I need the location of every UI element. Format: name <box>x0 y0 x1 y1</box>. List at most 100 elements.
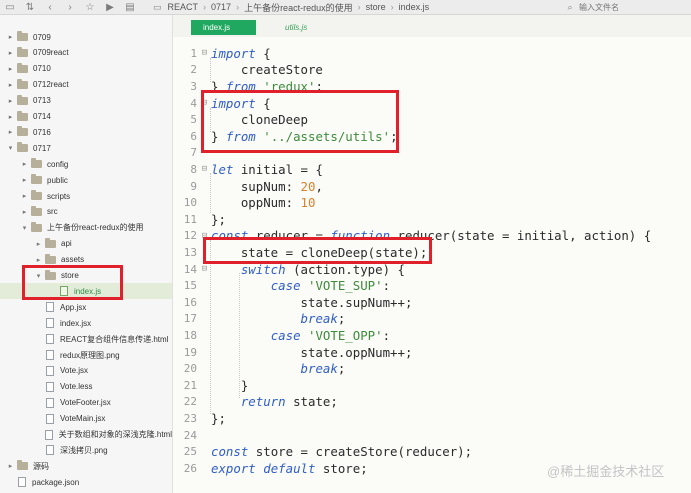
menu-icon[interactable]: ▤ <box>120 0 140 14</box>
tree-folder-item[interactable]: ▸ 0716 <box>0 124 172 140</box>
tree-file-item[interactable]: REACT复合组件信息传递.html <box>0 331 172 347</box>
tree-file-item[interactable]: 关于数组和对象的深浅克隆.html <box>0 427 172 443</box>
chevron-right-icon[interactable]: ▸ <box>34 256 43 264</box>
code-line[interactable]: 8 ⊟ let initial = { <box>173 161 691 178</box>
code-line[interactable]: 25 const store = createStore(reducer); <box>173 443 691 460</box>
chevron-down-icon[interactable]: ▾ <box>20 224 29 232</box>
code-token: state; <box>285 394 338 410</box>
code-line[interactable]: 9 supNum: 20, <box>173 178 691 195</box>
tree-file-item[interactable]: Vote.less <box>0 379 172 395</box>
line-number: 16 <box>183 295 197 309</box>
line-number: 12 <box>183 229 197 243</box>
tree-item-label: api <box>61 239 72 249</box>
breadcrumb-separator-icon: › <box>203 2 207 12</box>
code-line[interactable]: 24 <box>173 427 691 444</box>
sort-icon[interactable]: ⇅ <box>20 0 40 14</box>
chevron-right-icon[interactable]: ▸ <box>6 128 15 136</box>
folder-icon <box>17 110 28 121</box>
chevron-right-icon[interactable]: ▸ <box>6 33 15 41</box>
chevron-right-icon[interactable]: ▸ <box>34 240 43 248</box>
code-line[interactable]: 18 case 'VOTE_OPP': <box>173 327 691 344</box>
tree-folder-item[interactable]: ▸ 0709react <box>0 45 172 61</box>
line-number: 1 <box>190 46 197 60</box>
code-line[interactable]: 1 ⊟ import { <box>173 45 691 62</box>
tree-item-label: 0710 <box>33 64 51 74</box>
chevron-right-icon[interactable]: ▸ <box>20 160 29 168</box>
tree-folder-item[interactable]: ▸ scripts <box>0 188 172 204</box>
tree-folder-item[interactable]: ▸ src <box>0 204 172 220</box>
tree-file-item[interactable]: redux原理图.png <box>0 347 172 363</box>
tree-folder-item[interactable]: ▸ 0713 <box>0 93 172 109</box>
tree-folder-item[interactable]: ▸ public <box>0 172 172 188</box>
chevron-right-icon[interactable]: ▸ <box>6 113 15 121</box>
line-number: 18 <box>183 328 197 342</box>
code-line[interactable]: 15 case 'VOTE_SUP': <box>173 277 691 294</box>
file-tree: ▸ 0709 ▸ 0709react ▸ 0710 ▸ 0712react ▸ 0713 ▸ 0714… <box>0 15 173 493</box>
code-token: store = createStore(reducer); <box>248 444 473 460</box>
code-line[interactable]: 10 oppNum: 10 <box>173 194 691 211</box>
code-line[interactable]: 2 createStore <box>173 62 691 79</box>
collapse-icon[interactable]: ▭ <box>0 0 20 14</box>
chevron-right-icon[interactable]: ▸ <box>6 49 15 57</box>
tab-label: utils.js <box>285 23 308 32</box>
tab-utils-js[interactable]: utils.js <box>273 20 333 35</box>
line-number: 19 <box>183 345 197 359</box>
code-text: supNum: 20, <box>211 179 323 194</box>
chevron-down-icon[interactable]: ▾ <box>6 144 15 152</box>
chevron-right-icon[interactable]: ▸ <box>6 97 15 105</box>
breadcrumb-item[interactable]: store <box>366 2 386 12</box>
tree-folder-item[interactable]: ▸ 0712react <box>0 77 172 93</box>
code-line[interactable]: 17 break; <box>173 311 691 328</box>
tree-file-item[interactable]: Vote.jsx <box>0 363 172 379</box>
tree-file-item[interactable]: App.jsx <box>0 299 172 315</box>
tree-folder-item[interactable]: ▸ config <box>0 156 172 172</box>
code-line[interactable]: 19 state.oppNum++; <box>173 344 691 361</box>
tree-folder-item[interactable]: ▸ 0710 <box>0 61 172 77</box>
fold-toggle-icon[interactable]: ⊟ <box>200 48 209 58</box>
tree-folder-item[interactable]: ▸ 0709 <box>0 29 172 45</box>
chevron-right-icon[interactable]: ▸ <box>6 81 15 89</box>
chevron-right-icon[interactable]: ▸ <box>20 176 29 184</box>
breadcrumb: ▭ REACT › 0717 › 上午备份react-redux的使用 › store… <box>153 0 429 14</box>
breadcrumb-item[interactable]: index.js <box>399 2 430 12</box>
run-icon[interactable]: ▶ <box>100 0 120 14</box>
tree-item-label: App.jsx <box>60 302 87 312</box>
breadcrumb-separator-icon: › <box>390 2 394 12</box>
breadcrumb-item[interactable]: REACT <box>168 2 199 12</box>
breadcrumb-item[interactable]: 0717 <box>211 2 231 12</box>
tree-item-label: 0713 <box>33 96 51 106</box>
back-icon[interactable]: ‹ <box>40 0 60 14</box>
line-number: 20 <box>183 362 197 376</box>
chevron-right-icon[interactable]: ▸ <box>20 192 29 200</box>
tree-folder-item[interactable]: ▾ 上午备份react-redux的使用 <box>0 220 172 236</box>
star-icon[interactable]: ☆ <box>80 0 100 14</box>
tree-file-item[interactable]: index.jsx <box>0 315 172 331</box>
tree-folder-item[interactable]: ▸ api <box>0 236 172 252</box>
tree-file-item[interactable]: 深浅拷贝.png <box>0 442 172 458</box>
fold-toggle-icon[interactable]: ⊟ <box>200 164 209 174</box>
tree-folder-item[interactable]: ▾ 0717 <box>0 140 172 156</box>
tree-file-item[interactable]: package.json <box>0 474 172 490</box>
code-token: ; <box>337 311 346 327</box>
file-icon <box>46 445 54 456</box>
code-line[interactable]: 23}; <box>173 410 691 427</box>
fold-toggle-icon[interactable]: ⊟ <box>200 264 209 274</box>
chevron-right-icon[interactable]: ▸ <box>20 208 29 216</box>
tree-file-item[interactable]: VoteFooter.jsx <box>0 395 172 411</box>
file-search-input[interactable] <box>579 2 679 12</box>
code-line[interactable]: 22 return state; <box>173 394 691 411</box>
tree-folder-item[interactable]: ▸ 源码 <box>0 458 172 474</box>
code-line[interactable]: 16 state.supNum++; <box>173 294 691 311</box>
code-line[interactable]: 21 } <box>173 377 691 394</box>
code-line[interactable]: 11}; <box>173 211 691 228</box>
tree-folder-item[interactable]: ▸ 0714 <box>0 109 172 125</box>
tree-file-item[interactable]: VoteMain.jsx <box>0 411 172 427</box>
chevron-right-icon[interactable]: ▸ <box>6 462 15 470</box>
highlight-box-clone <box>203 237 432 264</box>
chevron-right-icon[interactable]: ▸ <box>6 65 15 73</box>
forward-icon[interactable]: › <box>60 0 80 14</box>
breadcrumb-item[interactable]: 上午备份react-redux的使用 <box>244 1 353 14</box>
code-line[interactable]: 20 break; <box>173 360 691 377</box>
tab-index-js[interactable]: index.js <box>191 20 256 35</box>
